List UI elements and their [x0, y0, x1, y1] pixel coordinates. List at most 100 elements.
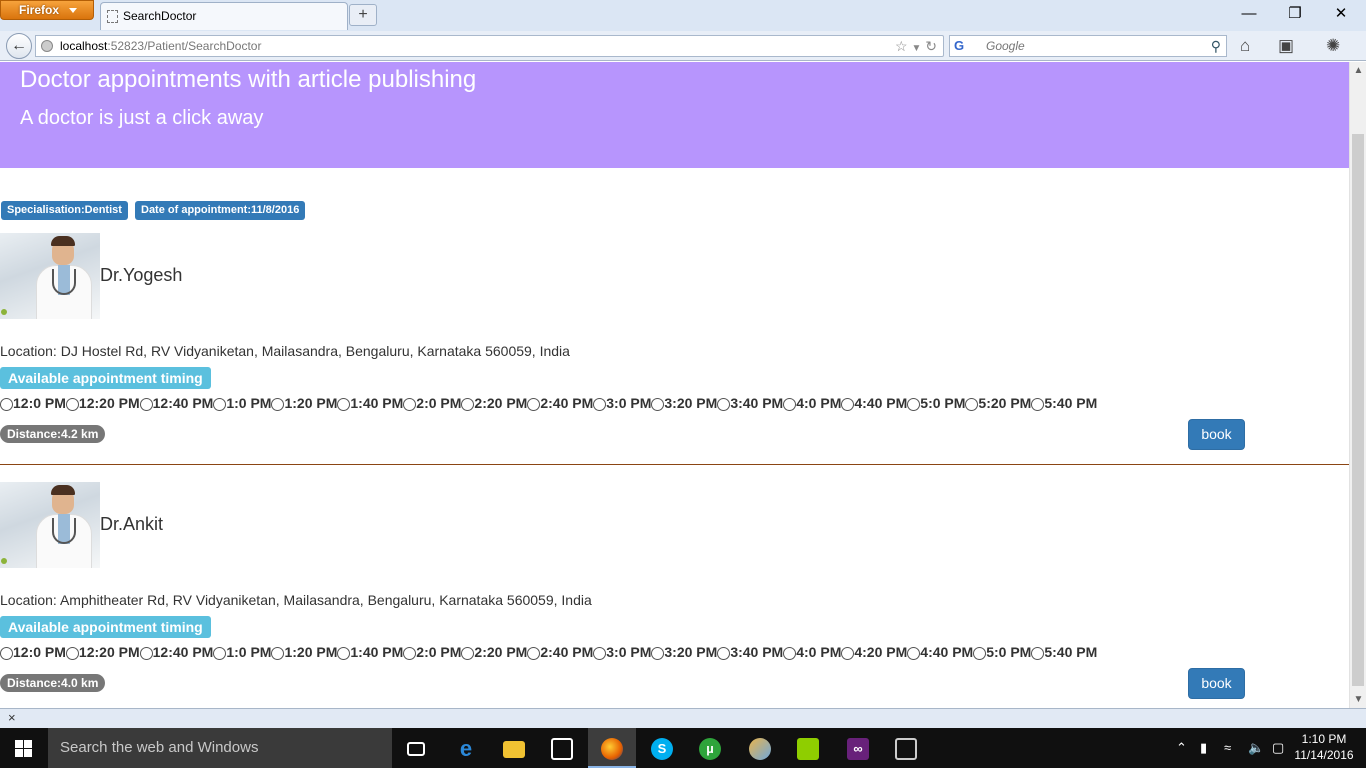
store-icon[interactable] — [538, 728, 586, 768]
notifications-icon[interactable]: ▢ — [1272, 728, 1284, 768]
time-slot[interactable]: 1:20 PM — [271, 644, 337, 660]
time-slot-radio[interactable] — [907, 398, 921, 411]
time-slot-radio[interactable] — [973, 647, 987, 660]
volume-icon[interactable]: 🔈 — [1248, 728, 1264, 768]
utorrent-icon[interactable]: µ — [686, 728, 734, 768]
time-slot-radio[interactable] — [65, 398, 79, 411]
vertical-scrollbar[interactable]: ▲ ▼ — [1349, 62, 1366, 708]
time-slot[interactable]: 5:40 PM — [1031, 395, 1097, 411]
time-slot[interactable]: 1:40 PM — [337, 395, 403, 411]
time-slot-radio[interactable] — [337, 647, 351, 660]
battery-icon[interactable]: ▮ — [1200, 728, 1207, 768]
time-slot[interactable]: 2:0 PM — [403, 644, 461, 660]
taskbar-search-input[interactable]: Search the web and Windows — [48, 728, 392, 768]
time-slot-radio[interactable] — [907, 647, 921, 660]
minimize-button[interactable]: — — [1226, 4, 1272, 24]
time-slot-radio[interactable] — [1031, 647, 1045, 660]
time-slot[interactable]: 2:40 PM — [527, 644, 593, 660]
time-slot-radio[interactable] — [403, 647, 417, 660]
addon-icon[interactable]: ✺ — [1326, 37, 1340, 55]
paint-icon[interactable] — [736, 728, 784, 768]
time-slot-radio[interactable] — [213, 647, 227, 660]
time-slot[interactable]: 1:20 PM — [271, 395, 337, 411]
system-clock[interactable]: 1:10 PM 11/14/2016 — [1290, 731, 1358, 763]
time-slot-radio[interactable] — [651, 398, 665, 411]
time-slot-radio[interactable] — [461, 647, 475, 660]
new-tab-button[interactable]: + — [349, 4, 377, 26]
time-slot[interactable]: 1:0 PM — [213, 644, 271, 660]
time-slot-radio[interactable] — [593, 398, 607, 411]
time-slot[interactable]: 3:0 PM — [593, 395, 651, 411]
skype-icon[interactable]: S — [638, 728, 686, 768]
google-icon[interactable]: G — [954, 38, 970, 54]
tab-searchdoctor[interactable]: SearchDoctor — [100, 2, 348, 30]
visual-studio-icon[interactable]: ∞ — [834, 728, 882, 768]
time-slot[interactable]: 5:40 PM — [1031, 644, 1097, 660]
file-explorer-icon[interactable] — [490, 728, 538, 768]
time-slot[interactable]: 12:40 PM — [139, 395, 213, 411]
bookmark-star-icon[interactable]: ☆ — [895, 38, 908, 54]
time-slot[interactable]: 1:0 PM — [213, 395, 271, 411]
chevron-up-icon[interactable]: ⌃ — [1176, 728, 1187, 768]
time-slot-radio[interactable] — [0, 647, 13, 660]
time-slot-radio[interactable] — [461, 398, 475, 411]
close-button[interactable]: ✕ — [1318, 4, 1364, 24]
url-bar[interactable]: localhost:52823/Patient/SearchDoctor ☆ ▼… — [35, 35, 944, 57]
time-slot-radio[interactable] — [213, 398, 227, 411]
time-slot[interactable]: 5:0 PM — [907, 395, 965, 411]
home-icon[interactable]: ⌂ — [1240, 37, 1250, 55]
time-slot[interactable]: 4:40 PM — [907, 644, 973, 660]
reload-icon[interactable]: ↻ — [925, 38, 937, 54]
time-slot[interactable]: 2:0 PM — [403, 395, 461, 411]
time-slot-radio[interactable] — [965, 398, 979, 411]
close-addon-bar-icon[interactable]: × — [8, 710, 16, 725]
time-slot[interactable]: 1:40 PM — [337, 644, 403, 660]
time-slot-radio[interactable] — [841, 647, 855, 660]
scroll-down-icon[interactable]: ▼ — [1350, 691, 1366, 708]
time-slot[interactable]: 3:40 PM — [717, 395, 783, 411]
time-slot[interactable]: 12:20 PM — [65, 644, 140, 660]
time-slot[interactable]: 2:20 PM — [461, 395, 527, 411]
time-slot-radio[interactable] — [651, 647, 665, 660]
search-engine-input[interactable]: G Google ⚲ — [949, 35, 1227, 57]
time-slot[interactable]: 3:20 PM — [651, 644, 717, 660]
time-slot-radio[interactable] — [0, 398, 13, 411]
time-slot[interactable]: 3:20 PM — [651, 395, 717, 411]
firefox-icon[interactable] — [588, 728, 636, 768]
scroll-up-icon[interactable]: ▲ — [1350, 62, 1366, 79]
time-slot[interactable]: 3:40 PM — [717, 644, 783, 660]
time-slot-radio[interactable] — [1031, 398, 1045, 411]
firefox-menu-button[interactable]: Firefox — [0, 0, 94, 20]
time-slot-radio[interactable] — [841, 398, 855, 411]
time-slot-radio[interactable] — [717, 398, 731, 411]
time-slot-radio[interactable] — [403, 398, 417, 411]
restore-button[interactable]: ❐ — [1272, 4, 1318, 24]
time-slot[interactable]: 2:40 PM — [527, 395, 593, 411]
dropdown-icon[interactable]: ▼ — [911, 43, 921, 54]
scrollbar-thumb[interactable] — [1352, 134, 1364, 686]
task-view-icon[interactable] — [392, 728, 440, 768]
time-slot[interactable]: 12:0 PM — [0, 644, 66, 660]
time-slot-radio[interactable] — [271, 647, 285, 660]
notepad-plus-icon[interactable] — [784, 728, 832, 768]
time-slot-radio[interactable] — [139, 398, 153, 411]
time-slot[interactable]: 12:0 PM — [0, 395, 66, 411]
time-slot[interactable]: 12:40 PM — [139, 644, 213, 660]
time-slot[interactable]: 5:20 PM — [965, 395, 1031, 411]
time-slot-radio[interactable] — [717, 647, 731, 660]
time-slot[interactable]: 5:0 PM — [973, 644, 1031, 660]
time-slot-radio[interactable] — [337, 398, 351, 411]
book-button[interactable]: book — [1188, 668, 1245, 699]
time-slot-radio[interactable] — [271, 398, 285, 411]
time-slot-radio[interactable] — [139, 647, 153, 660]
time-slot[interactable]: 2:20 PM — [461, 644, 527, 660]
start-button[interactable] — [0, 728, 48, 768]
bookmarks-menu-icon[interactable]: ▣ — [1278, 37, 1294, 55]
time-slot-radio[interactable] — [783, 398, 797, 411]
time-slot[interactable]: 3:0 PM — [593, 644, 651, 660]
time-slot[interactable]: 4:0 PM — [783, 644, 841, 660]
book-button[interactable]: book — [1188, 419, 1245, 450]
time-slot[interactable]: 4:0 PM — [783, 395, 841, 411]
wifi-icon[interactable]: ≈ — [1224, 728, 1231, 768]
time-slot-radio[interactable] — [65, 647, 79, 660]
